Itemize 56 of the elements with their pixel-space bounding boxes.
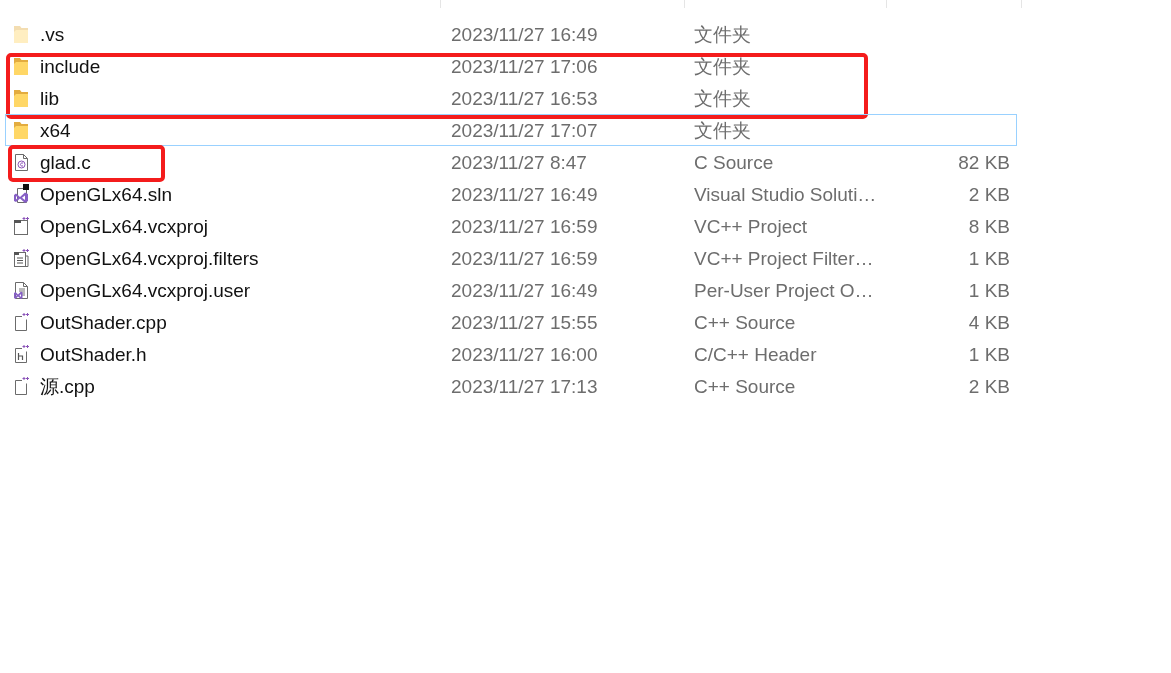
- file-name: .vs: [40, 24, 65, 44]
- file-row[interactable]: OpenGLx64.vcxproj 2023/11/27 16:59 VC++ Project 8 KB: [5, 210, 1017, 242]
- file-name: include: [40, 56, 101, 76]
- file-type: C++ Source: [694, 311, 796, 333]
- file-type: 文件夹: [694, 55, 751, 77]
- file-name: OutShader.h: [40, 344, 147, 364]
- file-type: Visual Studio Soluti…: [694, 183, 877, 205]
- file-row[interactable]: x64 2023/11/27 17:07 文件夹: [5, 114, 1017, 146]
- file-size: 4 KB: [968, 312, 1010, 332]
- modified-date: 2023/11/27 15:55: [451, 311, 598, 333]
- file-size: 2 KB: [968, 376, 1010, 396]
- file-row[interactable]: 源.cpp 2023/11/27 17:13 C++ Source 2 KB: [5, 370, 1017, 402]
- file-row[interactable]: OpenGLx64.vcxproj.filters 2023/11/27 16:59 VC++ Project Filter… 1 KB: [5, 242, 1017, 274]
- file-name: 源.cpp: [40, 376, 95, 396]
- file-size: 82 KB: [958, 152, 1010, 172]
- file-type: C Source: [694, 151, 774, 173]
- file-size: 1 KB: [968, 344, 1010, 364]
- modified-date: 2023/11/27 16:49: [451, 279, 598, 301]
- file-name: x64: [40, 120, 71, 140]
- file-row[interactable]: include 2023/11/27 17:06 文件夹: [5, 50, 1017, 82]
- file-name: OpenGLx64.vcxproj: [40, 216, 208, 236]
- modified-date: 2023/11/27 16:00: [451, 343, 598, 365]
- file-row[interactable]: .vs 2023/11/27 16:49 文件夹: [5, 18, 1017, 50]
- file-type: C++ Source: [694, 375, 796, 397]
- file-name: OpenGLx64.vcxproj.filters: [40, 248, 259, 268]
- modified-date: 2023/11/27 16:59: [451, 215, 598, 237]
- modified-date: 2023/11/27 8:47: [451, 151, 587, 173]
- modified-date: 2023/11/27 17:13: [451, 375, 598, 397]
- file-row[interactable]: OutShader.cpp 2023/11/27 15:55 C++ Source 4 KB: [5, 306, 1017, 338]
- file-type: 文件夹: [694, 23, 751, 45]
- file-type: 文件夹: [694, 119, 751, 141]
- modified-date: 2023/11/27 17:06: [451, 55, 598, 77]
- file-type: VC++ Project: [694, 215, 807, 237]
- file-row[interactable]: glad.c 2023/11/27 8:47 C Source 82 KB: [5, 146, 1017, 178]
- file-row[interactable]: lib 2023/11/27 16:53 文件夹: [5, 82, 1017, 114]
- file-size: 1 KB: [968, 280, 1010, 300]
- file-size: 2 KB: [968, 184, 1010, 204]
- file-size: 8 KB: [968, 216, 1010, 236]
- file-name: glad.c: [40, 152, 91, 172]
- file-type: C/C++ Header: [694, 343, 817, 365]
- file-row[interactable]: OpenGLx64.sln 2023/11/27 16:49 Visual Studio Soluti… 2 KB: [5, 178, 1017, 210]
- file-name: OutShader.cpp: [40, 312, 167, 332]
- file-name: OpenGLx64.sln: [40, 184, 173, 204]
- file-row[interactable]: OpenGLx64.vcxproj.user 2023/11/27 16:49 Per-User Project O… 1 KB: [5, 274, 1017, 306]
- file-name: lib: [40, 88, 59, 108]
- file-type: Per-User Project O…: [694, 279, 874, 301]
- file-size: 1 KB: [968, 248, 1010, 268]
- modified-date: 2023/11/27 16:53: [451, 87, 598, 109]
- modified-date: 2023/11/27 17:07: [451, 119, 598, 141]
- modified-date: 2023/11/27 16:49: [451, 23, 598, 45]
- file-type: VC++ Project Filter…: [694, 247, 874, 269]
- modified-date: 2023/11/27 16:49: [451, 183, 598, 205]
- modified-date: 2023/11/27 16:59: [451, 247, 598, 269]
- file-type: 文件夹: [694, 87, 751, 109]
- file-row[interactable]: OutShader.h 2023/11/27 16:00 C/C++ Header 1 KB: [5, 338, 1017, 370]
- file-name: OpenGLx64.vcxproj.user: [40, 280, 251, 300]
